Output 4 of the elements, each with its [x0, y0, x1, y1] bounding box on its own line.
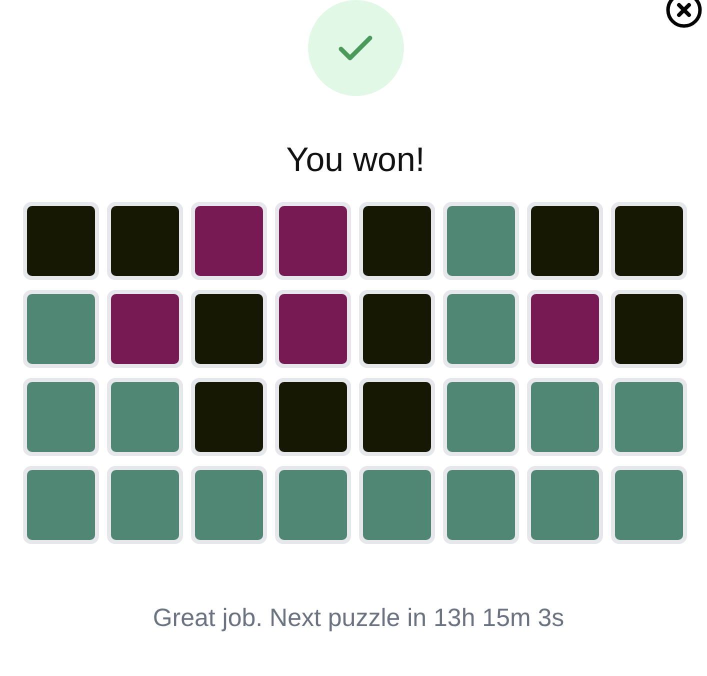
close-icon[interactable]: [664, 0, 704, 30]
checkmark-icon: [338, 34, 374, 62]
result-title: You won!: [286, 140, 425, 180]
next-puzzle-message: Great job. Next puzzle in 13h 15m 3s: [152, 604, 564, 633]
